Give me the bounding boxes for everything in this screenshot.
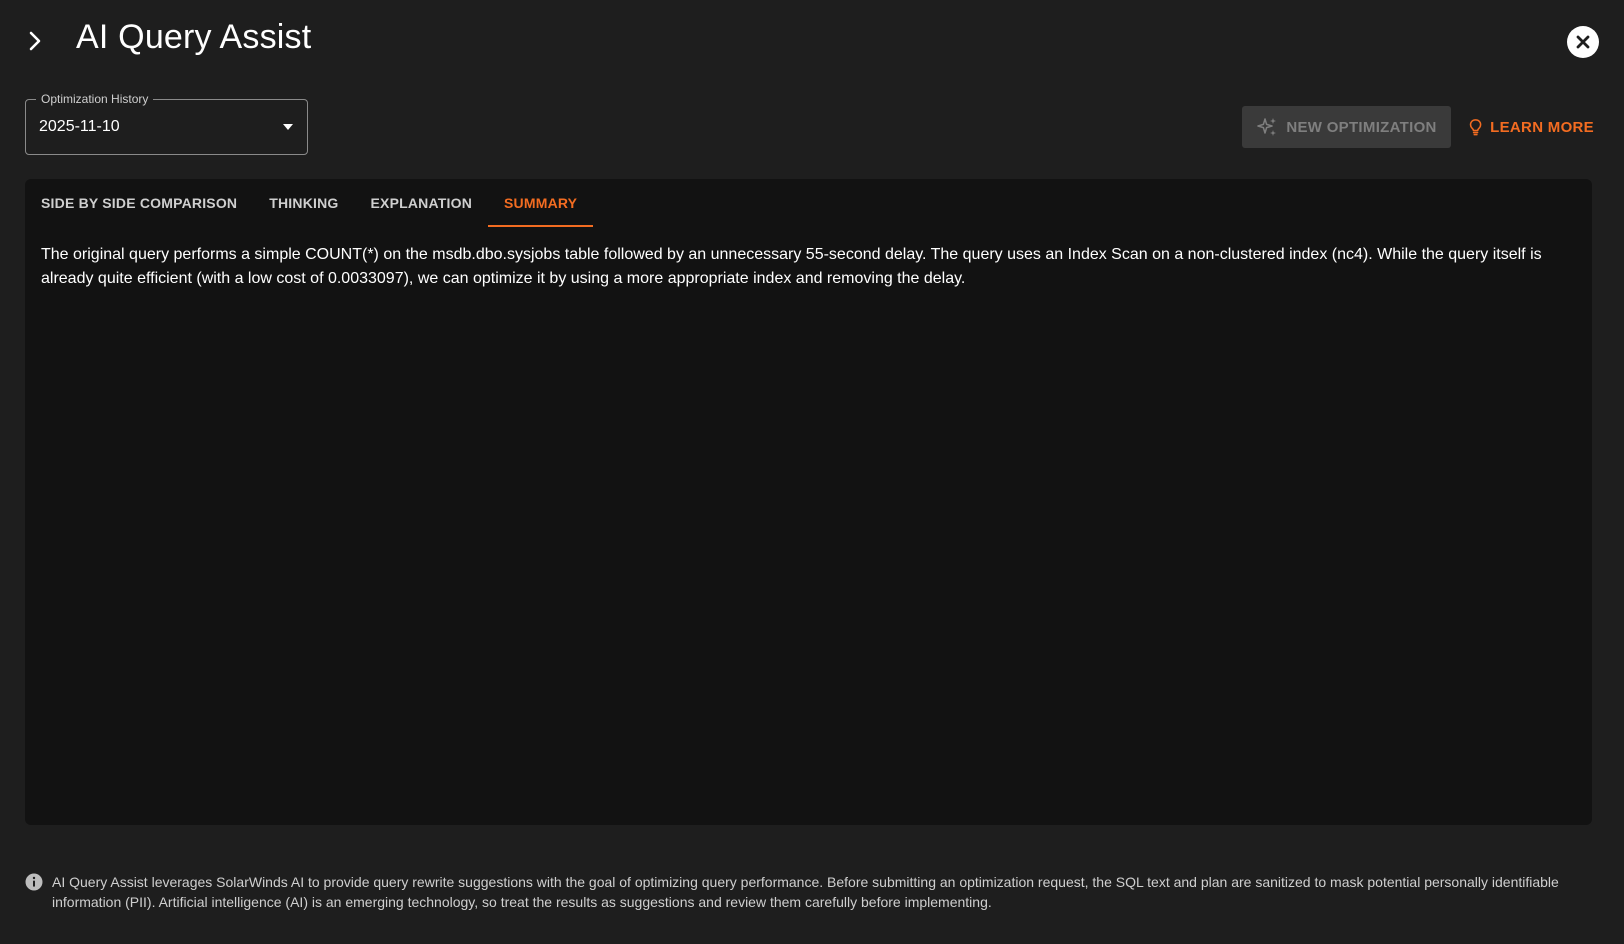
tab-summary[interactable]: SUMMARY <box>488 179 594 227</box>
caret-down-icon <box>283 124 293 130</box>
tab-side-by-side-comparison[interactable]: SIDE BY SIDE COMPARISON <box>25 179 253 227</box>
optimization-history-label: Optimization History <box>36 91 154 107</box>
info-icon <box>25 873 43 891</box>
disclaimer-text: AI Query Assist leverages SolarWinds AI … <box>52 874 1559 910</box>
page-title: AI Query Assist <box>76 18 312 56</box>
new-optimization-label: NEW OPTIMIZATION <box>1286 118 1437 136</box>
sparkles-icon <box>1257 118 1277 136</box>
chevron-right-icon <box>29 31 41 51</box>
close-button[interactable] <box>1567 26 1599 58</box>
header: AI Query Assist <box>0 0 1624 84</box>
optimization-history-select[interactable]: Optimization History 2025-11-10 <box>25 91 308 155</box>
lightbulb-icon <box>1469 119 1482 136</box>
optimization-history-value: 2025-11-10 <box>39 118 120 135</box>
result-tabs: SIDE BY SIDE COMPARISON THINKING EXPLANA… <box>25 179 594 227</box>
tab-thinking[interactable]: THINKING <box>253 179 354 227</box>
tab-explanation[interactable]: EXPLANATION <box>355 179 489 227</box>
new-optimization-button[interactable]: NEW OPTIMIZATION <box>1242 106 1451 148</box>
learn-more-button[interactable]: LEARN MORE <box>1468 106 1594 148</box>
close-icon <box>1576 35 1590 49</box>
results-panel: SIDE BY SIDE COMPARISON THINKING EXPLANA… <box>25 179 1592 825</box>
ai-query-assist-panel: AI Query Assist Optimization History 202… <box>0 0 1624 944</box>
summary-text: The original query performs a simple COU… <box>41 246 1542 287</box>
learn-more-label: LEARN MORE <box>1490 118 1594 136</box>
ai-disclaimer: AI Query Assist leverages SolarWinds AI … <box>25 872 1592 912</box>
collapse-panel-button[interactable] <box>20 24 50 58</box>
